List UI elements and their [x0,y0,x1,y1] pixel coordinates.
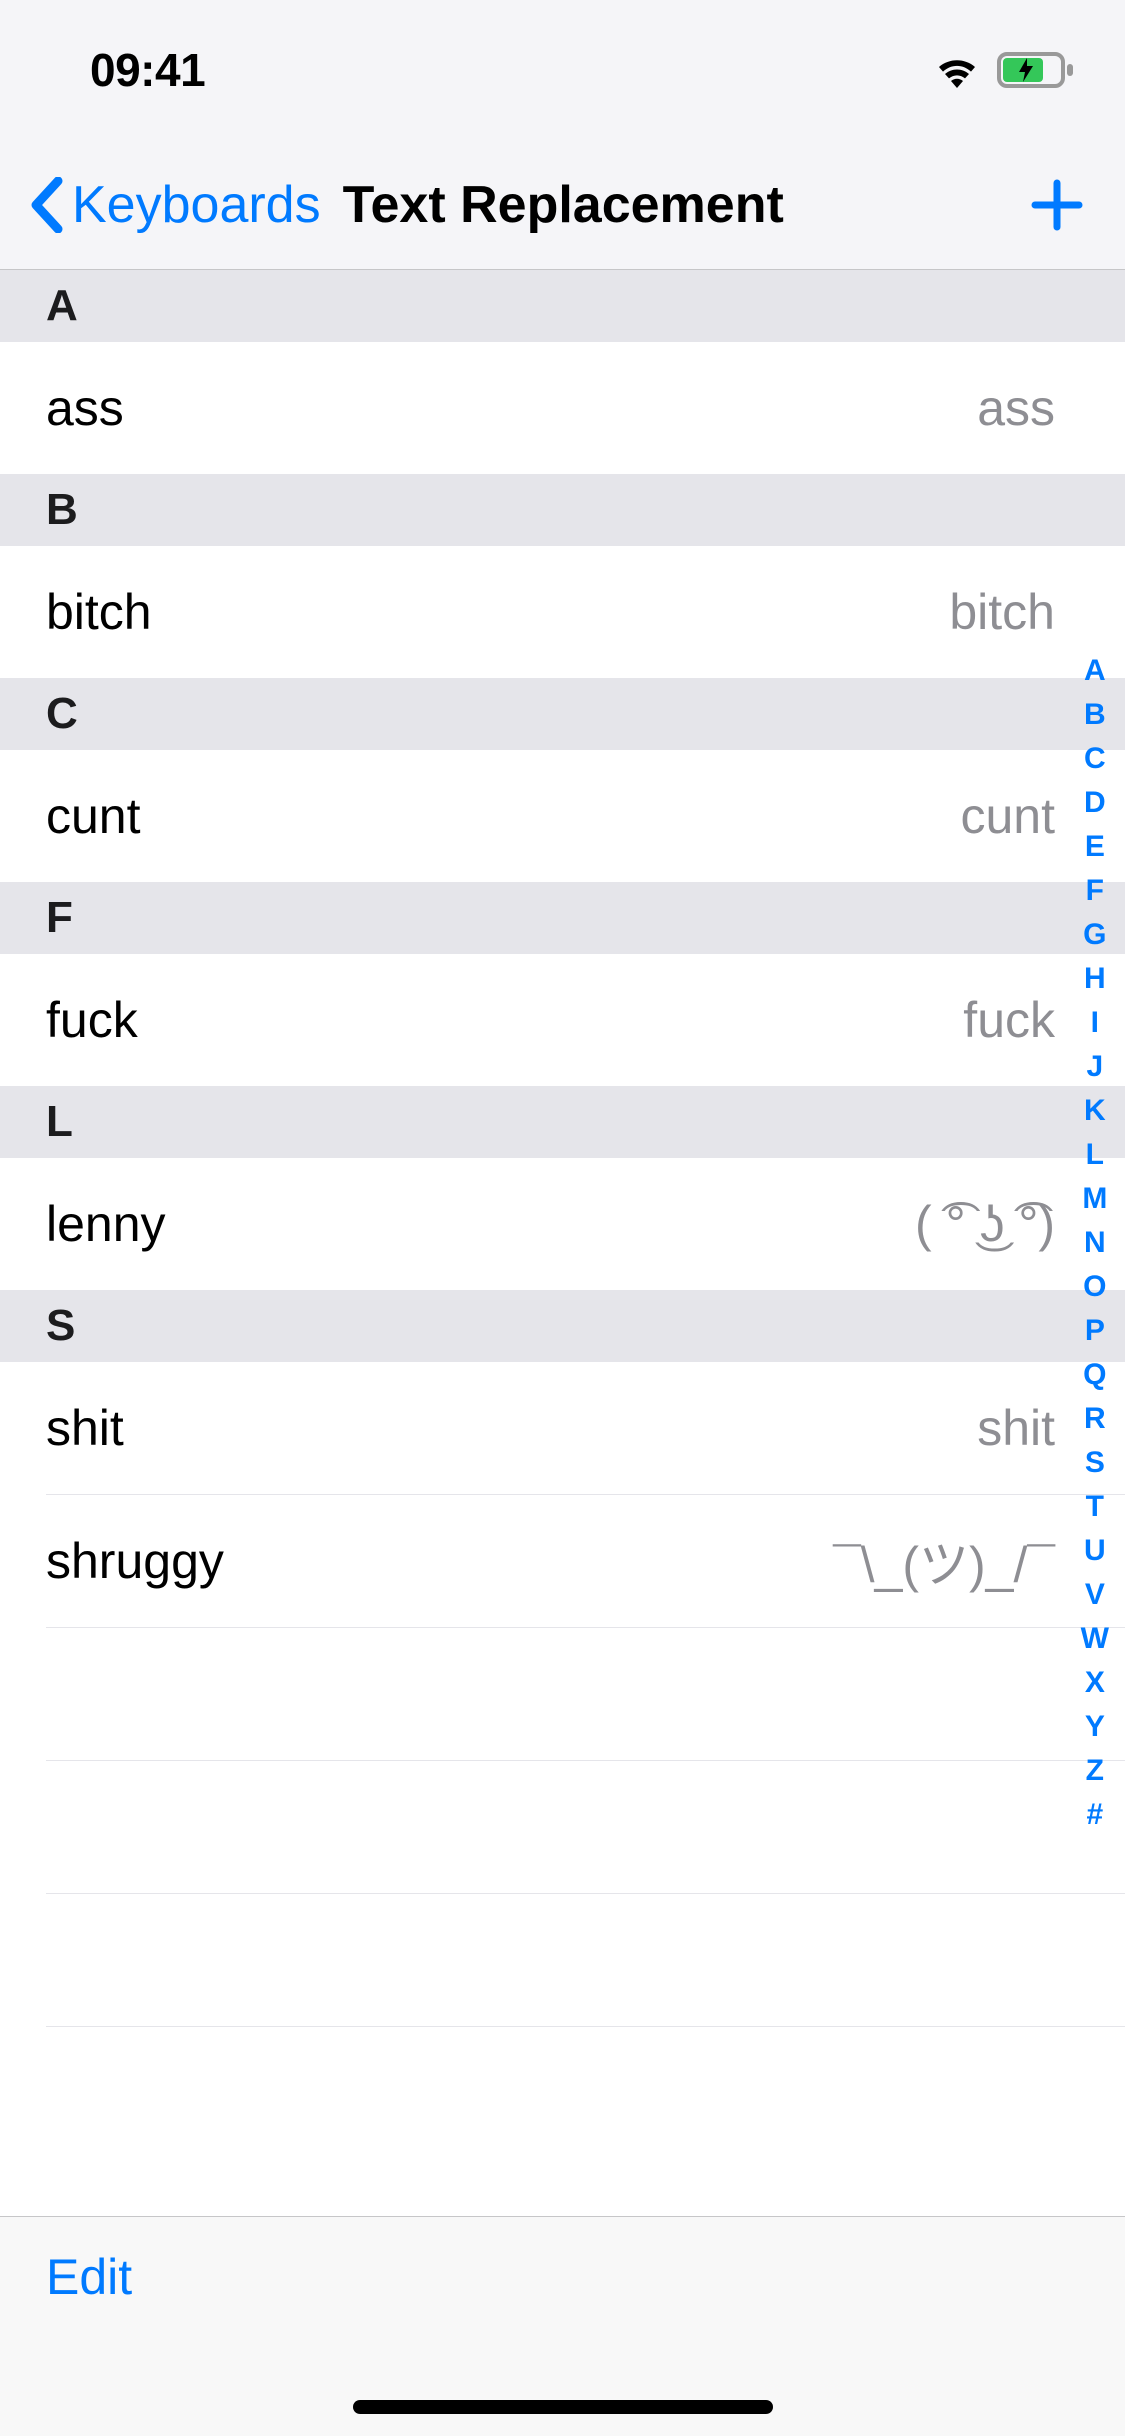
phrase-label: ¯\_(ツ)_/¯ [833,1525,1055,1597]
index-letter[interactable]: L [1086,1135,1104,1175]
row-separator [46,2026,1125,2027]
index-letter[interactable]: Y [1085,1707,1105,1747]
list-item[interactable]: lenny ( ͡° ͜ʖ ͡°) [0,1158,1125,1290]
shortcut-label: bitch [46,583,152,641]
index-letter[interactable]: F [1086,871,1104,911]
index-letter[interactable]: J [1086,1047,1103,1087]
section-header: F [0,882,1125,954]
page-title: Text Replacement [343,175,784,235]
status-time: 09:41 [90,43,205,97]
list-item[interactable]: shruggy ¯\_(ツ)_/¯ [0,1495,1125,1627]
list-item[interactable]: ass ass [0,342,1125,474]
home-indicator[interactable] [353,2400,773,2414]
list-item[interactable]: cunt cunt [0,750,1125,882]
bottom-toolbar: Edit [0,2216,1125,2336]
index-letter[interactable]: N [1084,1223,1106,1263]
phrase-label: bitch [949,583,1055,641]
list-item[interactable]: bitch bitch [0,546,1125,678]
phrase-label: cunt [960,787,1055,845]
phrase-label: shit [977,1399,1055,1457]
index-letter[interactable]: S [1085,1443,1105,1483]
index-letter[interactable]: M [1082,1179,1107,1219]
section-header: B [0,474,1125,546]
index-letter[interactable]: E [1085,827,1105,867]
list-content: A ass ass B bitch bitch C cunt cunt F fu… [0,270,1125,2216]
shortcut-label: fuck [46,991,138,1049]
status-icons [933,52,1075,88]
add-button[interactable] [1029,177,1085,233]
back-label: Keyboards [72,175,321,235]
status-bar: 09:41 [0,0,1125,140]
index-letter[interactable]: # [1086,1795,1103,1835]
index-letter[interactable]: K [1084,1091,1106,1131]
index-letter[interactable]: R [1084,1399,1106,1439]
list-item[interactable]: fuck fuck [0,954,1125,1086]
wifi-icon [933,52,981,88]
index-letter[interactable]: T [1086,1487,1104,1527]
index-letter[interactable]: I [1091,1003,1099,1043]
home-indicator-area [0,2336,1125,2436]
phrase-label: ass [977,379,1055,437]
shortcut-label: cunt [46,787,141,845]
index-letter[interactable]: B [1084,695,1106,735]
index-letter[interactable]: X [1085,1663,1105,1703]
index-letter[interactable]: V [1085,1575,1105,1615]
battery-charging-icon [997,52,1075,88]
section-header: C [0,678,1125,750]
section-header: L [0,1086,1125,1158]
index-letter[interactable]: D [1084,783,1106,823]
shortcut-label: shit [46,1399,124,1457]
index-letter[interactable]: Q [1083,1355,1106,1395]
index-letter[interactable]: C [1084,739,1106,779]
section-header: A [0,270,1125,342]
index-letter[interactable]: H [1084,959,1106,999]
index-letter[interactable]: P [1085,1311,1105,1351]
empty-row [0,1628,1125,1760]
empty-row [0,1761,1125,1893]
nav-bar: Keyboards Text Replacement [0,140,1125,270]
alphabet-index[interactable]: A B C D E F G H I J K L M N O P Q R S T … [1071,647,1119,1839]
shortcut-label: shruggy [46,1532,224,1590]
phrase-label: fuck [963,991,1055,1049]
index-letter[interactable]: O [1083,1267,1106,1307]
index-letter[interactable]: W [1081,1619,1109,1659]
back-button[interactable]: Keyboards [30,175,321,235]
empty-row [0,1894,1125,2026]
index-letter[interactable]: U [1084,1531,1106,1571]
list-item[interactable]: shit shit [0,1362,1125,1494]
phrase-label: ( ͡° ͜ʖ ͡°) [915,1195,1055,1253]
index-letter[interactable]: A [1084,651,1106,691]
shortcut-label: ass [46,379,124,437]
index-letter[interactable]: G [1083,915,1106,955]
index-letter[interactable]: Z [1086,1751,1104,1791]
shortcut-label: lenny [46,1195,166,1253]
edit-button[interactable]: Edit [46,2248,132,2306]
section-header: S [0,1290,1125,1362]
